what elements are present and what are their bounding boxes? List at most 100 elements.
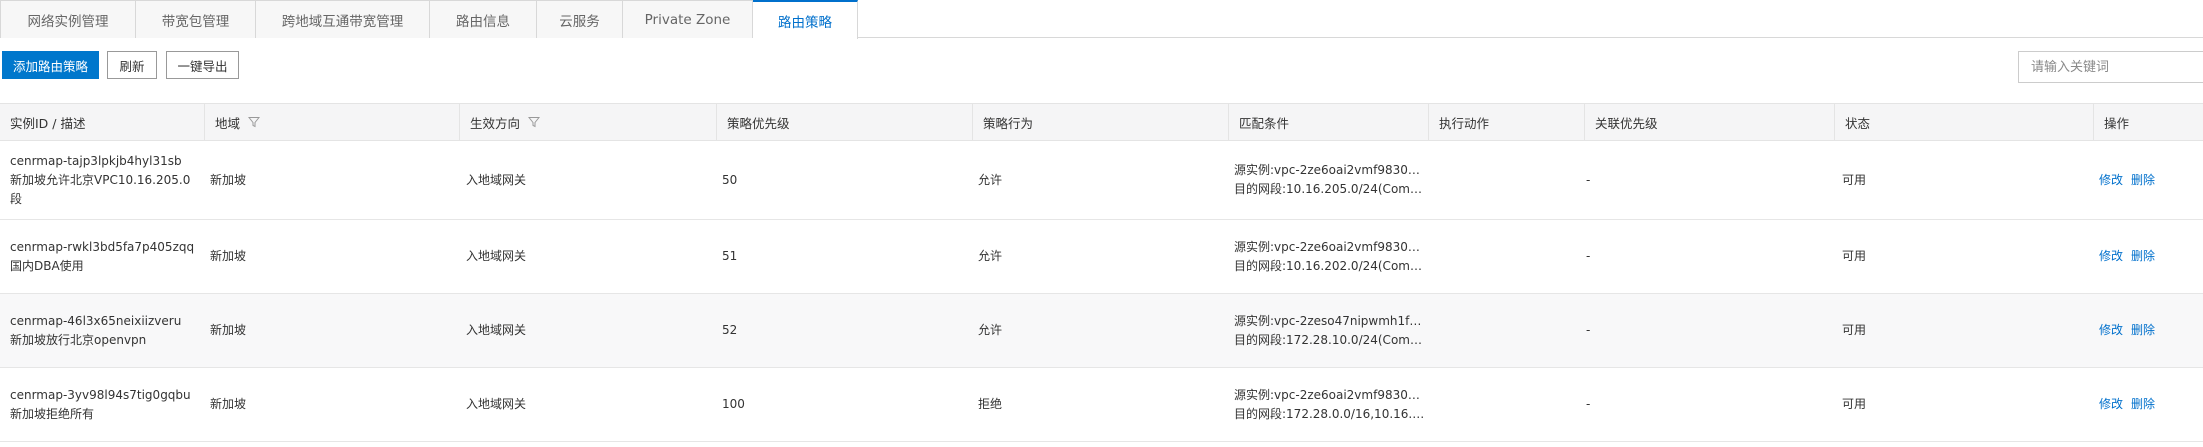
table-row: cenrmap-tajp3lpkjb4hyl31sb 新加坡允许北京VPC10.… (0, 141, 2203, 220)
cell-match: 源实例:vpc-2ze6oai2vmf9830m... 目的网段:10.16.2… (1224, 220, 1428, 293)
cell-ops: 修改 删除 (2089, 220, 2203, 293)
filter-icon[interactable] (528, 116, 541, 128)
tab-label: 路由信息 (456, 13, 510, 30)
match-destination: 目的网段:10.16.202.0/24(Compl... (1234, 258, 1428, 273)
instance-id: cenrmap-rwkl3bd5fa7p405zqq (10, 239, 195, 254)
direction-value: 入地域网关 (466, 249, 527, 263)
cell-assoc: - (1576, 294, 1826, 367)
column-header-label: 状态 (1845, 115, 1871, 131)
cell-action: 拒绝 (968, 368, 1224, 441)
table-header: 实例ID / 描述 地域 生效方向 策略优先级 策略行为 匹配条件 执行动作 关… (0, 103, 2203, 141)
edit-link[interactable]: 修改 (2099, 395, 2123, 414)
cell-id-desc: cenrmap-tajp3lpkjb4hyl31sb 新加坡允许北京VPC10.… (0, 141, 204, 219)
assoc-value: - (1586, 323, 1591, 337)
cell-region: 新加坡 (200, 141, 455, 219)
description: 新加坡允许北京VPC10.16.205.0 (10, 172, 191, 187)
column-header-id: 实例ID / 描述 (0, 104, 204, 140)
priority-value: 50 (722, 172, 738, 187)
table-row: cenrmap-46l3x65neixiizveru 新加坡放行北京openvp… (0, 294, 2203, 368)
cell-action: 允许 (968, 294, 1224, 367)
column-header-direction: 生效方向 (459, 104, 716, 140)
column-header-region: 地域 (204, 104, 459, 140)
direction-value: 入地域网关 (466, 323, 527, 337)
column-header-label: 操作 (2104, 115, 2130, 131)
edit-link[interactable]: 修改 (2099, 321, 2123, 340)
priority-value: 52 (722, 323, 738, 337)
column-header-status: 状态 (1834, 104, 2093, 140)
cell-direction: 入地域网关 (456, 141, 713, 219)
action-value: 允许 (978, 172, 1003, 187)
cell-region: 新加坡 (200, 294, 455, 367)
tab-label: 跨地域互通带宽管理 (281, 13, 404, 30)
column-header-action: 策略行为 (972, 104, 1228, 140)
refresh-button[interactable]: 刷新 (107, 51, 157, 79)
assoc-value: - (1586, 397, 1591, 411)
cell-exec (1428, 294, 1584, 367)
tab-route-info[interactable]: 路由信息 (430, 0, 537, 38)
cell-ops: 修改 删除 (2089, 368, 2203, 441)
match-source: 源实例:vpc-2zeso47nipwmh1fb... (1234, 313, 1428, 328)
cell-action: 允许 (968, 220, 1224, 293)
table-row: cenrmap-3yv98l94s7tig0gqbu 新加坡拒绝所有 新加坡 入… (0, 368, 2203, 442)
cell-match: 源实例:vpc-2ze6oai2vmf9830m... 目的网段:172.28.… (1224, 368, 1428, 441)
cell-id-desc: cenrmap-46l3x65neixiizveru 新加坡放行北京openvp… (0, 294, 204, 367)
add-route-policy-button[interactable]: 添加路由策略 (2, 51, 99, 79)
delete-link[interactable]: 删除 (2131, 395, 2155, 414)
cell-region: 新加坡 (200, 220, 455, 293)
tab-label: 云服务 (559, 13, 600, 30)
status-value: 可用 (1842, 249, 1867, 263)
instance-id: cenrmap-tajp3lpkjb4hyl31sb (10, 153, 182, 168)
cell-exec (1428, 368, 1584, 441)
column-header-label: 匹配条件 (1239, 115, 1290, 131)
tab-label: 网络实例管理 (27, 13, 109, 30)
column-header-assoc: 关联优先级 (1584, 104, 1834, 140)
cell-ops: 修改 删除 (2089, 141, 2203, 219)
region-value: 新加坡 (210, 172, 247, 187)
cell-ops: 修改 删除 (2089, 294, 2203, 367)
delete-link[interactable]: 删除 (2131, 171, 2155, 190)
action-value: 允许 (978, 323, 1003, 337)
description: 段 (10, 191, 23, 206)
search-input[interactable] (2018, 51, 2203, 83)
export-button[interactable]: 一键导出 (166, 51, 239, 79)
tab-bandwidth-package[interactable]: 带宽包管理 (136, 0, 256, 38)
column-header-priority: 策略优先级 (716, 104, 972, 140)
description: 新加坡拒绝所有 (10, 406, 95, 421)
tab-route-policy[interactable]: 路由策略 (753, 0, 858, 39)
match-destination: 目的网段:172.28.0.0/16,10.16.0.... (1234, 406, 1428, 421)
cell-id-desc: cenrmap-3yv98l94s7tig0gqbu 新加坡拒绝所有 (0, 368, 204, 441)
region-value: 新加坡 (210, 323, 247, 337)
table-row: cenrmap-rwkl3bd5fa7p405zqq 国内DBA使用 新加坡 入… (0, 220, 2203, 294)
cell-status: 可用 (1832, 294, 2091, 367)
column-header-label: 地域 (215, 115, 241, 131)
edit-link[interactable]: 修改 (2099, 247, 2123, 266)
filter-icon[interactable] (248, 116, 261, 128)
tab-cloud-service[interactable]: 云服务 (537, 0, 623, 38)
tab-cross-region-bandwidth[interactable]: 跨地域互通带宽管理 (256, 0, 430, 38)
delete-link[interactable]: 删除 (2131, 247, 2155, 266)
cell-priority: 52 (712, 294, 968, 367)
tab-network-instance[interactable]: 网络实例管理 (0, 0, 136, 38)
edit-link[interactable]: 修改 (2099, 171, 2123, 190)
delete-link[interactable]: 删除 (2131, 321, 2155, 340)
description: 新加坡放行北京openvpn (10, 332, 147, 347)
cell-exec (1428, 141, 1584, 219)
cell-assoc: - (1576, 368, 1826, 441)
column-header-label: 执行动作 (1439, 115, 1490, 131)
status-value: 可用 (1842, 323, 1867, 337)
assoc-value: - (1586, 172, 1591, 187)
status-value: 可用 (1842, 397, 1867, 411)
match-source: 源实例:vpc-2ze6oai2vmf9830m... (1234, 163, 1428, 177)
cell-status: 可用 (1832, 368, 2091, 441)
priority-value: 100 (722, 397, 745, 411)
action-value: 允许 (978, 249, 1003, 263)
cell-assoc: - (1576, 141, 1826, 219)
match-destination: 目的网段:10.16.205.0/24(Compl... (1234, 182, 1428, 196)
cell-priority: 51 (712, 220, 968, 293)
column-header-label: 生效方向 (470, 115, 521, 131)
column-header-exec: 执行动作 (1428, 104, 1584, 140)
column-header-label: 关联优先级 (1595, 115, 1658, 131)
tab-private-zone[interactable]: Private Zone (623, 0, 753, 38)
column-header-label: 策略优先级 (727, 115, 790, 131)
action-value: 拒绝 (978, 397, 1003, 411)
